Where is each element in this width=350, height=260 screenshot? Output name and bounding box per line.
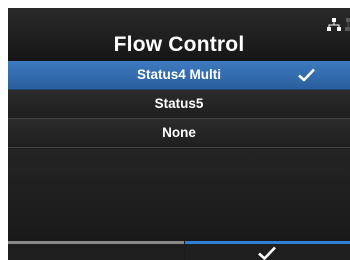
network-icon	[327, 18, 341, 31]
option-label: Status5	[154, 96, 204, 111]
option-status4-multi[interactable]: Status4 Multi	[8, 61, 350, 90]
printer-display: Flow Control Status4 Multi Status5 None	[8, 8, 350, 260]
checkmark-icon	[298, 68, 315, 82]
option-label: Status4 Multi	[136, 67, 221, 82]
back-button[interactable]	[8, 241, 184, 260]
option-none[interactable]: None	[8, 119, 350, 148]
page-title: Flow Control	[113, 33, 245, 56]
option-list: Status4 Multi Status5 None	[8, 61, 350, 148]
confirm-button[interactable]	[185, 241, 350, 260]
option-label: None	[162, 125, 196, 140]
checkmark-icon	[258, 246, 276, 260]
signal-icon	[345, 18, 350, 31]
option-status5[interactable]: Status5	[8, 90, 350, 119]
header: Flow Control	[8, 8, 350, 61]
list-empty-area	[8, 149, 350, 241]
footer	[8, 241, 350, 260]
